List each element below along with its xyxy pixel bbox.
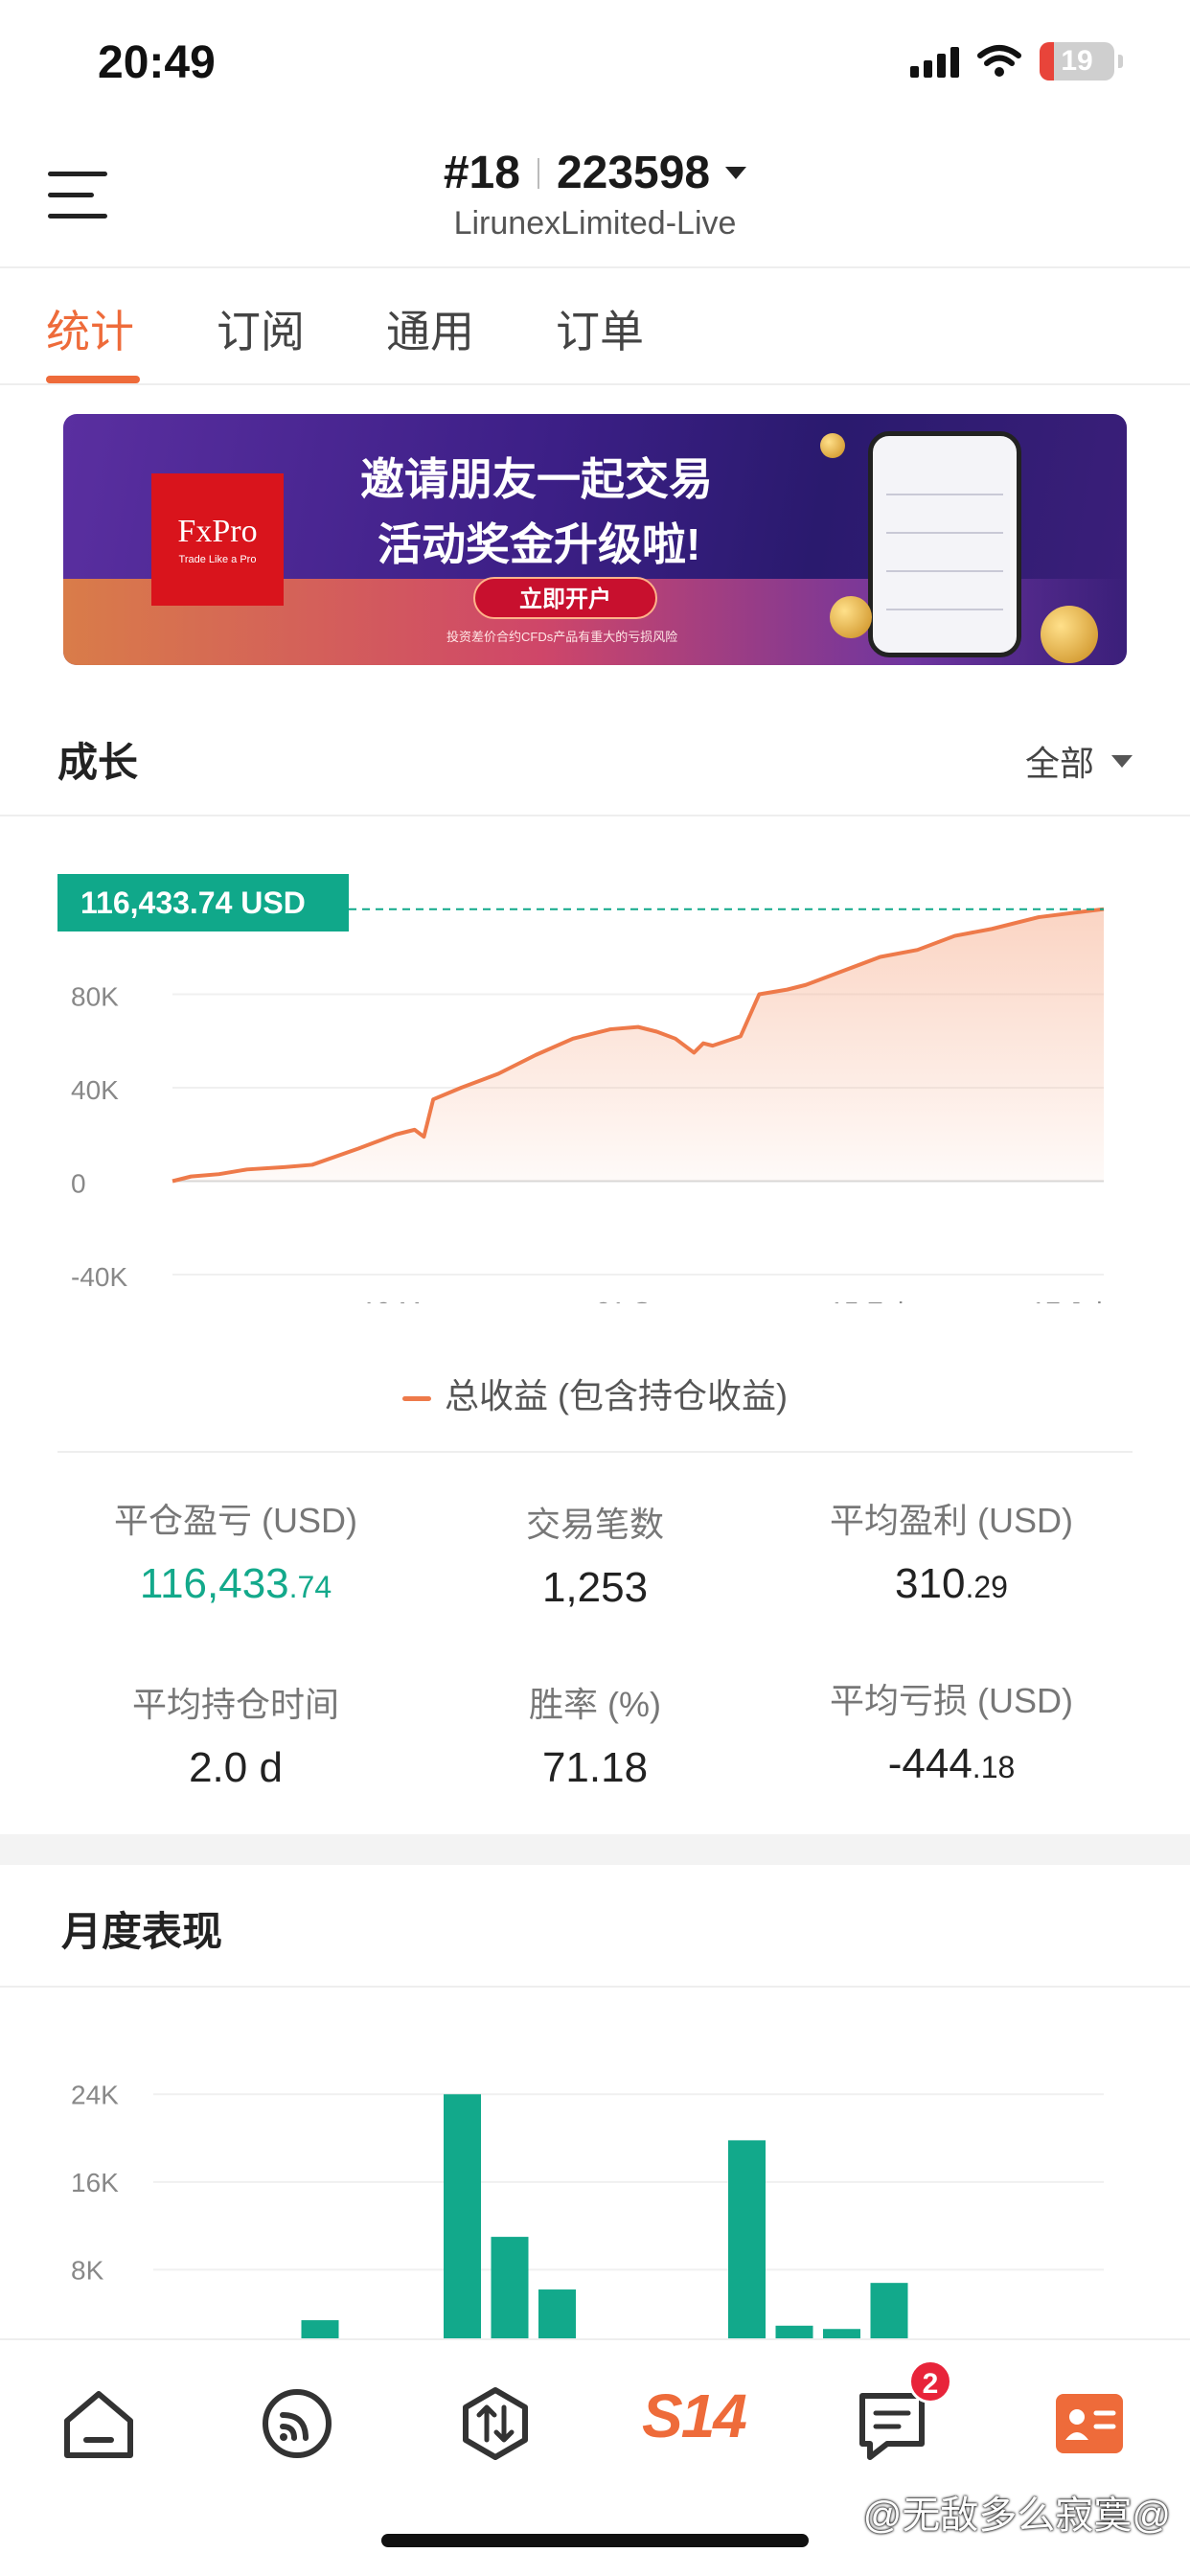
wifi-icon <box>977 45 1021 77</box>
monthly-chart: 24K 16K 8K <box>71 2080 1104 2338</box>
app-header: #18 223598 LirunexLimited-Live <box>0 129 1190 268</box>
battery-tip <box>1118 55 1123 68</box>
x-tick-label: 21 Sep <box>596 1297 681 1303</box>
feed-icon[interactable] <box>254 2380 340 2467</box>
monthly-bar <box>538 2289 576 2338</box>
monthly-bar <box>301 2320 339 2338</box>
home-icon[interactable] <box>56 2380 142 2467</box>
banner-headline: 邀请朋友一起交易 <box>360 454 713 504</box>
fxpro-logo: FxPro Trade Like a Pro <box>151 473 284 606</box>
cellular-signal-icon <box>910 45 959 78</box>
tab-general[interactable]: 通用 <box>386 297 474 360</box>
monthly-performance-title: 月度表现 <box>61 1909 223 1954</box>
monthly-bar <box>491 2237 529 2338</box>
promo-banner[interactable]: FxPro Trade Like a Pro 邀请朋友一起交易 活动奖金升级啦!… <box>63 414 1127 665</box>
y-tick-label: 40K <box>71 1075 119 1105</box>
tab-orders[interactable]: 订单 <box>556 297 644 360</box>
server-name: LirunexLimited-Live <box>453 205 737 242</box>
monthly-bar <box>728 2140 766 2338</box>
coin-icon <box>820 433 845 458</box>
growth-area <box>172 908 1104 1182</box>
period-filter-label: 全部 <box>1024 744 1094 783</box>
tab-statistics[interactable]: 统计 <box>46 297 134 360</box>
trade-icon[interactable] <box>452 2380 538 2467</box>
account-selector[interactable]: #18 223598 LirunexLimited-Live <box>0 147 1190 242</box>
y-tick-label: 16K <box>71 2168 119 2197</box>
legend-label: 总收益 (包含持仓收益) <box>445 1376 788 1415</box>
monthly-bar <box>870 2283 908 2338</box>
status-bar: 20:49 19 <box>0 0 1190 129</box>
y-tick-label: 80K <box>71 982 119 1012</box>
phone-illustration-icon <box>868 431 1021 657</box>
monthly-bar <box>775 2325 813 2338</box>
profile-card-icon[interactable] <box>1046 2380 1133 2467</box>
stat-closed-pl: 平仓盈亏 (USD) 116,433.74 <box>114 1501 357 1607</box>
battery-icon: 19 <box>1040 42 1114 80</box>
stat-trade-count: 交易笔数 1,253 <box>525 1505 664 1611</box>
legend-swatch <box>402 1395 431 1401</box>
x-tick-label: 19 May <box>361 1297 449 1303</box>
caret-down-icon <box>725 167 747 179</box>
banner-subheadline: 活动奖金升级啦! <box>378 519 701 569</box>
stat-win-rate: 胜率 (%) 71.18 <box>529 1685 661 1791</box>
battery-level: 19 <box>1061 45 1093 77</box>
x-tick-label: 15 Feb <box>829 1297 912 1303</box>
messages-badge: 2 <box>908 2359 952 2404</box>
y-tick-label: 0 <box>71 1169 86 1199</box>
watermark: @无敌多么寂寞@ <box>862 2495 1171 2537</box>
stat-avg-loss: 平均亏损 (USD) -444.18 <box>830 1681 1073 1787</box>
status-time: 20:49 <box>98 37 216 88</box>
coin-icon <box>830 596 872 638</box>
chart-legend[interactable]: 总收益 (包含持仓收益) <box>0 1368 1190 1418</box>
growth-title: 成长 <box>57 740 139 785</box>
tab-bar: 统计 订阅 通用 订单 <box>0 270 1190 385</box>
caret-down-icon <box>1111 754 1133 768</box>
home-indicator[interactable] <box>381 2534 809 2547</box>
active-tab-indicator <box>46 376 140 383</box>
account-number: 223598 <box>556 148 711 198</box>
monthly-bar <box>444 2094 481 2338</box>
open-account-button[interactable]: 立即开户 <box>473 577 657 619</box>
s14-nav-button[interactable]: S14 <box>642 2380 747 2451</box>
y-tick-label: 8K <box>71 2255 104 2285</box>
banner-disclaimer: 投资差价合约CFDs产品有重大的亏损风险 <box>446 630 678 644</box>
status-icons: 19 <box>910 42 1123 80</box>
y-tick-label: -40K <box>71 1262 127 1292</box>
monthly-bar <box>823 2329 860 2338</box>
current-value-tag: 116,433.74 USD <box>57 874 349 932</box>
period-filter[interactable]: 全部 <box>1025 736 1133 786</box>
x-tick-label: 17 Jul <box>1031 1297 1103 1303</box>
account-id: #18 <box>443 148 520 198</box>
y-tick-label: 24K <box>71 2080 119 2109</box>
stat-avg-hold-time: 平均持仓时间 2.0 d <box>131 1685 339 1791</box>
stat-avg-profit: 平均盈利 (USD) 310.29 <box>830 1501 1073 1607</box>
tab-subscription[interactable]: 订阅 <box>217 297 305 360</box>
coin-icon <box>1041 606 1098 663</box>
